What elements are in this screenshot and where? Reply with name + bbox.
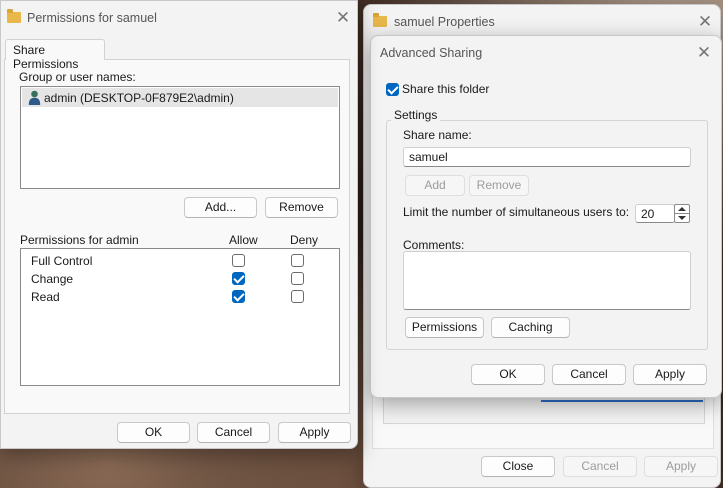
share-name-label: Share name: [403, 128, 472, 142]
folder-icon [7, 9, 21, 23]
remove-user-button[interactable]: Remove [265, 197, 338, 218]
allow-read-checkbox[interactable] [232, 290, 245, 303]
close-icon[interactable]: ✕ [694, 12, 716, 32]
settings-group-label: Settings [391, 108, 441, 122]
close-icon[interactable]: ✕ [332, 8, 354, 28]
permissions-tab-page: Group or user names: admin (DESKTOP-0F87… [4, 59, 350, 414]
advanced-sharing-title: Advanced Sharing [380, 46, 483, 60]
permissions-for-label: Permissions for admin [20, 233, 139, 247]
tab-share-permissions-label: Share Permissions [13, 43, 79, 71]
spin-up-icon[interactable] [678, 207, 686, 211]
close-button[interactable]: Close [481, 456, 555, 477]
user-limit-label: Limit the number of simultaneous users t… [403, 205, 630, 219]
allow-change-checkbox[interactable] [232, 272, 245, 285]
permissions-title: Permissions for samuel [27, 11, 157, 25]
spin-divider [675, 213, 689, 214]
share-remove-button[interactable]: Remove [469, 175, 529, 196]
permissions-list: Full Control Change Read [20, 248, 340, 386]
user-limit-spinner[interactable] [674, 204, 690, 223]
properties-apply-button[interactable]: Apply [644, 456, 718, 477]
deny-read-checkbox[interactable] [291, 290, 304, 303]
advanced-sharing-titlebar: Advanced Sharing ✕ [371, 36, 721, 70]
advanced-ok-button[interactable]: OK [471, 364, 545, 385]
user-limit-input[interactable]: 20 [635, 204, 675, 223]
permissions-button[interactable]: Permissions [405, 317, 484, 338]
share-this-folder-label: Share this folder [402, 82, 490, 96]
user-list[interactable]: admin (DESKTOP-0F879E2\admin) [20, 86, 340, 189]
deny-change-checkbox[interactable] [291, 272, 304, 285]
properties-cancel-button[interactable]: Cancel [563, 456, 637, 477]
properties-title: samuel Properties [394, 15, 495, 29]
properties-titlebar: samuel Properties ✕ [364, 5, 720, 39]
group-names-label: Group or user names: [19, 70, 136, 84]
comments-input[interactable] [403, 251, 691, 310]
comments-label: Comments: [403, 238, 465, 252]
share-name-input[interactable]: samuel [403, 147, 691, 167]
spin-down-icon[interactable] [678, 216, 686, 220]
properties-link-bar [541, 400, 703, 402]
permission-label-full-control: Full Control [31, 254, 93, 268]
deny-header: Deny [290, 233, 319, 247]
permissions-apply-button[interactable]: Apply [278, 422, 351, 443]
user-icon [28, 90, 41, 105]
allow-header: Allow [229, 233, 258, 247]
advanced-apply-button[interactable]: Apply [633, 364, 707, 385]
advanced-cancel-button[interactable]: Cancel [552, 364, 626, 385]
permissions-cancel-button[interactable]: Cancel [197, 422, 270, 443]
user-name: admin (DESKTOP-0F879E2\admin) [44, 91, 234, 105]
caching-button[interactable]: Caching [491, 317, 570, 338]
list-item[interactable]: admin (DESKTOP-0F879E2\admin) [22, 88, 338, 107]
permissions-titlebar: Permissions for samuel ✕ [1, 1, 357, 35]
share-add-button[interactable]: Add [405, 175, 465, 196]
add-user-button[interactable]: Add... [184, 197, 257, 218]
share-this-folder-checkbox[interactable] [386, 83, 399, 96]
permission-label-read: Read [31, 290, 60, 304]
tab-share-permissions[interactable]: Share Permissions [5, 39, 105, 71]
deny-full-control-checkbox[interactable] [291, 254, 304, 267]
permission-label-change: Change [31, 272, 74, 286]
folder-icon [373, 13, 387, 27]
allow-full-control-checkbox[interactable] [232, 254, 245, 267]
close-icon[interactable]: ✕ [693, 43, 715, 63]
advanced-sharing-dialog: Advanced Sharing ✕ Share this folder Set… [370, 35, 722, 398]
permissions-ok-button[interactable]: OK [117, 422, 190, 443]
permissions-dialog: Permissions for samuel ✕ Share Permissio… [0, 0, 358, 449]
